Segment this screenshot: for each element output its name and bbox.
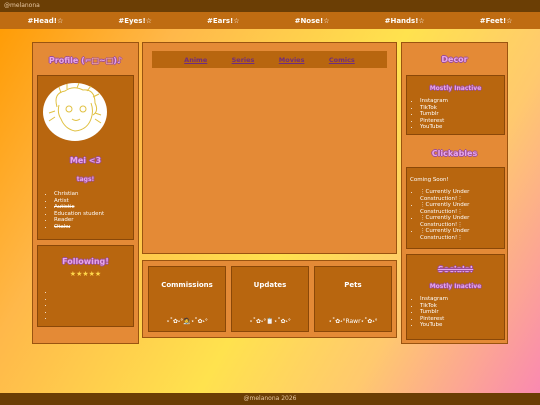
following-card: Following! ★★★★★ xyxy=(37,245,134,327)
commissions-box[interactable]: Commissions ⋆˚✿˖°🧑‍🎨⋆˚✿˖° xyxy=(148,266,226,332)
boxes-panel: Commissions ⋆˚✿˖°🧑‍🎨⋆˚✿˖° Updates ⋆˚✿˖°📋… xyxy=(142,260,397,338)
updates-title: Updates xyxy=(253,281,287,289)
clickables-card: Coming Soon! ⋮Currently Under Constructi… xyxy=(406,167,505,249)
following-list xyxy=(44,289,56,322)
pets-box[interactable]: Pets ⋆˚✿˖°Rawr⋆˚✿˖° xyxy=(314,266,392,332)
main-navigation: #Head!☆ #Eyes!☆ #Ears!☆ #Nose!☆ #Hands!☆… xyxy=(0,12,540,29)
tab-series[interactable]: Series xyxy=(232,56,255,64)
username-label: @melanona xyxy=(4,2,40,9)
nav-link-nose[interactable]: #Nose!☆ xyxy=(295,17,330,25)
clickable-item[interactable]: ⋮Currently Under Construction!⋮ xyxy=(420,202,504,215)
nav-link-ears[interactable]: #Ears!☆ xyxy=(207,17,239,25)
tab-anime[interactable]: Anime xyxy=(184,56,207,64)
socials-heading: Socials! xyxy=(437,265,474,274)
updates-box[interactable]: Updates ⋆˚✿˖°📋⋆˚✿˖° xyxy=(231,266,309,332)
updates-decoration: ⋆˚✿˖°📋⋆˚✿˖° xyxy=(249,318,291,325)
tab-movies[interactable]: Movies xyxy=(279,56,305,64)
profile-card: Mei <3 tags! Christian Artist Autistic E… xyxy=(37,75,134,240)
footer-text: @melanona 2026 xyxy=(243,395,297,402)
clickables-note: Coming Soon! xyxy=(410,177,449,183)
nav-link-hands[interactable]: #Hands!☆ xyxy=(385,17,425,25)
socials-card: Socials! Mostly Inactive Instagram TikTo… xyxy=(406,254,505,340)
right-sidebar: Decor Mostly Inactive Instagram TikTok T… xyxy=(401,42,508,344)
nav-link-feet[interactable]: #Feet!☆ xyxy=(480,17,513,25)
decor-heading: Decor xyxy=(441,55,468,64)
commissions-title: Commissions xyxy=(161,281,213,289)
clickables-heading: Clickables xyxy=(431,149,478,158)
footer: @melanona 2026 xyxy=(0,393,540,405)
following-stars: ★★★★★ xyxy=(69,270,102,278)
media-tabs: Anime Series Movies Comics xyxy=(152,51,387,68)
tags-heading: tags! xyxy=(76,176,95,183)
nav-link-eyes[interactable]: #Eyes!☆ xyxy=(118,17,152,25)
clickable-item[interactable]: ⋮Currently Under Construction!⋮ xyxy=(420,228,504,241)
tags-list: Christian Artist Autistic Education stud… xyxy=(44,191,104,230)
nav-link-head[interactable]: #Head!☆ xyxy=(28,17,64,25)
social-link[interactable]: YouTube xyxy=(420,322,504,329)
clickable-item[interactable]: ⋮Currently Under Construction!⋮ xyxy=(420,189,504,202)
clickables-list: ⋮Currently Under Construction!⋮ ⋮Current… xyxy=(410,189,504,241)
profile-name: Mei <3 xyxy=(69,156,102,165)
profile-heading: Profile (⌐□~□)♪ xyxy=(48,56,123,65)
profile-avatar xyxy=(43,82,107,141)
commissions-decoration: ⋆˚✿˖°🧑‍🎨⋆˚✿˖° xyxy=(166,318,208,325)
following-heading: Following! xyxy=(62,257,109,266)
decor-link[interactable]: YouTube xyxy=(420,124,504,131)
pets-decoration: ⋆˚✿˖°Rawr⋆˚✿˖° xyxy=(328,318,378,325)
tab-comics[interactable]: Comics xyxy=(329,56,355,64)
pets-title: Pets xyxy=(344,281,362,289)
decor-card: Mostly Inactive Instagram TikTok Tumblr … xyxy=(406,75,505,135)
socials-links: Instagram TikTok Tumblr Pinterest YouTub… xyxy=(410,296,504,329)
tag-item: Otaku xyxy=(54,224,104,231)
media-panel: Anime Series Movies Comics xyxy=(142,42,397,254)
decor-links: Instagram TikTok Tumblr Pinterest YouTub… xyxy=(410,98,504,131)
decor-subtitle: Mostly Inactive xyxy=(429,85,482,92)
following-item[interactable] xyxy=(54,302,56,309)
following-item[interactable] xyxy=(54,289,56,296)
socials-subtitle: Mostly Inactive xyxy=(429,283,482,290)
top-username-bar: @melanona xyxy=(0,0,540,12)
clickable-item[interactable]: ⋮Currently Under Construction!⋮ xyxy=(420,215,504,228)
profile-sidebar: Profile (⌐□~□)♪ Mei <3 tags! Christian A… xyxy=(32,42,139,344)
following-item[interactable] xyxy=(54,315,56,322)
